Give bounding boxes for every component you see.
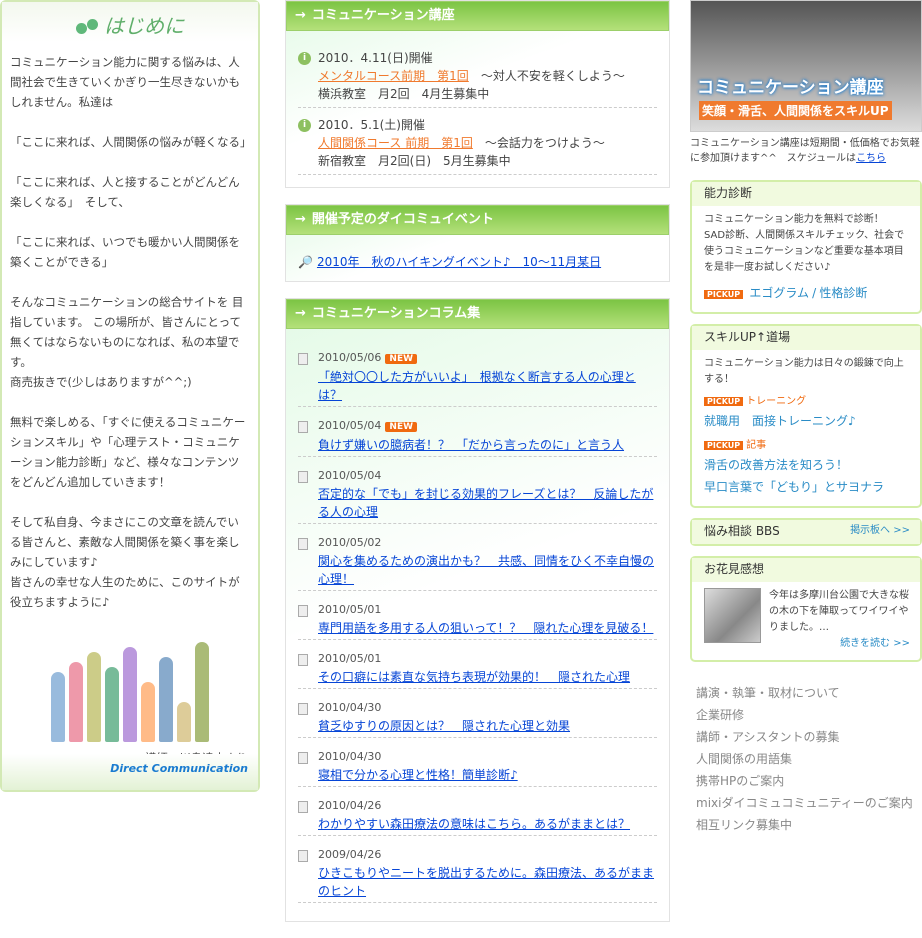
footer-link[interactable]: 講演・執筆・取材について (696, 682, 916, 704)
course-intro: コミュニケーション講座は短期間・低価格でお気軽に参加頂けます^^ スケジュールは… (690, 138, 920, 164)
column-item: 2010/05/01 その口癖には素直な気持ち表現が効果的！ 隠された心理 (298, 644, 657, 689)
intro-paragraph: 無料で楽しめる、「すぐに使えるコミュニケーションスキル」や「心理テスト・コミュニ… (10, 415, 246, 489)
footer-link[interactable]: 相互リンク募集中 (696, 814, 916, 836)
column-item: 2010/04/30 寝相で分かる心理と性格！簡単診断♪ (298, 742, 657, 787)
intro-paragraph: 「ここに来れば、人と接することがどんどん楽しくなる」 そして、 (10, 175, 240, 209)
column-item: 2010/05/04 NEW 負けず嫌いの臆病者！？ 「だから言ったのに」と言う人 (298, 411, 657, 457)
bbs-link[interactable]: 掲示板へ >> (850, 520, 910, 544)
course-item: i 2010．5.1(土)開催 人間関係コース 前期 第1回 ～会話力をつけよう～新… (298, 112, 657, 175)
courses-box: → コミュニケーション講座 i 2010．4.11(日)開催 メンタルコース前期 第1… (285, 0, 670, 188)
course-link[interactable]: 人間関係コース 前期 第1回 (318, 136, 473, 150)
column-item: 2010/05/06 NEW 「絶対〇〇した方がいいよ」 根拠なく断言する人の心理と… (298, 343, 657, 407)
column-link[interactable]: その口癖には素直な気持ち表現が効果的！ 隠された心理 (318, 670, 630, 684)
cherry-blossom-photo[interactable] (704, 588, 761, 643)
document-icon (298, 353, 308, 365)
document-icon (298, 752, 308, 764)
columns-box: → コミュニケーションコラム集 2010/05/06 NEW 「絶対〇〇した方がいいよ… (285, 298, 670, 922)
skillup-box: スキルUP↑道場 コミュニケーション能力は日々の鍛錬で向上する！ PICKUP ト… (690, 324, 922, 508)
clover-icon (76, 18, 98, 37)
info-icon: i (298, 52, 311, 65)
intro-body: コミュニケーション能力に関する悩みは、人間社会で生きていくかぎり一生尽きないかも… (2, 42, 258, 612)
footer-link[interactable]: mixiダイコミュコミュニティーのご案内 (696, 792, 916, 814)
courses-header: → コミュニケーション講座 (286, 1, 669, 31)
bbs-box: 悩み相談 BBS 掲示板へ >> (690, 518, 922, 546)
personality-link[interactable]: 性格診断 (819, 286, 867, 300)
footer-link[interactable]: 携帯HPのご案内 (696, 770, 916, 792)
footer-links: 講演・執筆・取材について 企業研修 講師・アシスタントの募集 人間関係の用語集 携帯HP… (690, 672, 922, 846)
events-header: → 開催予定のダイコミュイベント (286, 205, 669, 235)
site-logo[interactable]: Direct Communication (2, 754, 258, 790)
diagnosis-box: 能力診断 コミュニケーション能力を無料で診断！ SAD診断、人間関係スキルチェッ… (690, 180, 922, 314)
column-link[interactable]: 寝相で分かる心理と性格！簡単診断♪ (318, 768, 518, 782)
intro-paragraph: 「ここに来れば、いつでも暖かい人間関係を築くことができる」 (10, 235, 240, 269)
arrow-icon: → (295, 306, 306, 321)
people-illustration (22, 632, 238, 742)
egogram-link[interactable]: エゴグラム (749, 286, 809, 300)
document-icon (298, 538, 308, 550)
new-badge: NEW (385, 422, 418, 432)
column-link[interactable]: 専門用語を多用する人の狙いって！？ 隠れた心理を見破る！ (318, 621, 653, 635)
footer-link[interactable]: 講師・アシスタントの募集 (696, 726, 916, 748)
document-icon (298, 605, 308, 617)
new-badge: NEW (385, 354, 418, 364)
document-icon (298, 471, 308, 483)
course-banner[interactable]: コミュニケーション講座 笑顔・滑舌、人間関係をスキルUP (690, 0, 922, 132)
column-link[interactable]: 「絶対〇〇した方がいいよ」 根拠なく断言する人の心理とは？ (318, 370, 636, 402)
intro-paragraph: コミュニケーション能力に関する悩みは、人間社会で生きていくかぎり一生尽きないかも… (10, 55, 240, 109)
columns-header: → コミュニケーションコラム集 (286, 299, 669, 329)
footer-link[interactable]: 企業研修 (696, 704, 916, 726)
column-item: 2010/05/02 関心を集めるための演出かも？ 共感、同情をひく不幸自慢の心理… (298, 528, 657, 591)
column-item: 2010/04/30 貧乏ゆすりの原因とは？ 隠された心理と効果 (298, 693, 657, 738)
event-link[interactable]: 2010年 秋のハイキングイベント♪ 10～11月某日 (317, 255, 601, 269)
intro-panel: はじめに コミュニケーション能力に関する悩みは、人間社会で生きていくかぎり一生尽… (0, 0, 260, 792)
articulation-link[interactable]: 滑舌の改善方法を知ろう！ (704, 454, 910, 476)
column-item: 2010/05/01 専門用語を多用する人の狙いって！？ 隠れた心理を見破る！ (298, 595, 657, 640)
schedule-link[interactable]: こちら (856, 153, 886, 164)
hanami-box: お花見感想 今年は多摩川台公園で大きな桜の木の下を陣取ってワイワイやりました。…… (690, 556, 922, 662)
course-link[interactable]: メンタルコース前期 第1回 (318, 69, 469, 83)
course-item: i 2010．4.11(日)開催 メンタルコース前期 第1回 ～対人不安を軽くしよう… (298, 45, 657, 108)
events-box: → 開催予定のダイコミュイベント 🔎 2010年 秋のハイキングイベント♪ 10～1… (285, 204, 670, 282)
document-icon (298, 703, 308, 715)
intro-paragraph: そして私自身、今まさにこの文章を読んでいる皆さんと、素敵な人間関係を築く事を楽し… (10, 515, 240, 609)
document-icon (298, 421, 308, 433)
arrow-icon: → (295, 212, 306, 227)
footer-link[interactable]: 人間関係の用語集 (696, 748, 916, 770)
intro-paragraph: 「ここに来れば、人間関係の悩みが軽くなる」 (10, 135, 252, 149)
arrow-icon: → (295, 8, 306, 23)
magnifier-icon: 🔎 (298, 255, 313, 269)
document-icon (298, 850, 308, 862)
column-link[interactable]: 貧乏ゆすりの原因とは？ 隠された心理と効果 (318, 719, 570, 733)
document-icon (298, 654, 308, 666)
column-link[interactable]: 負けず嫌いの臆病者！？ 「だから言ったのに」と言う人 (318, 438, 624, 452)
column-link[interactable]: 関心を集めるための演出かも？ 共感、同情をひく不幸自慢の心理！ (318, 554, 654, 586)
tongue-twister-link[interactable]: 早口言葉で「どもり」とサヨナラ (704, 476, 910, 498)
column-item: 2010/05/04 否定的な「でも」を封じる効果的フレーズとは？ 反論したがる人… (298, 461, 657, 524)
column-link[interactable]: ひきこもりやニートを脱出するために。森田療法、あるがままのヒント (318, 866, 654, 898)
info-icon: i (298, 119, 311, 132)
read-more-link[interactable]: 続きを読む >> (840, 638, 910, 649)
column-link[interactable]: わかりやすい森田療法の意味はこちら。あるがままとは？ (318, 817, 630, 831)
column-item: 2010/04/26 わかりやすい森田療法の意味はこちら。あるがままとは？ (298, 791, 657, 836)
interview-training-link[interactable]: 就職用 面接トレーニング♪ (704, 414, 856, 428)
column-link[interactable]: 否定的な「でも」を封じる効果的フレーズとは？ 反論したがる人の心理 (318, 487, 653, 519)
intro-title: はじめに (2, 2, 258, 42)
pickup-badge: PICKUP (704, 290, 744, 299)
document-icon (298, 801, 308, 813)
intro-paragraph: そんなコミュニケーションの総合サイトを 目指しています。 この場所が、皆さんにと… (10, 295, 244, 389)
column-item: 2009/04/26 ひきこもりやニートを脱出するために。森田療法、あるがままのヒ… (298, 840, 657, 903)
